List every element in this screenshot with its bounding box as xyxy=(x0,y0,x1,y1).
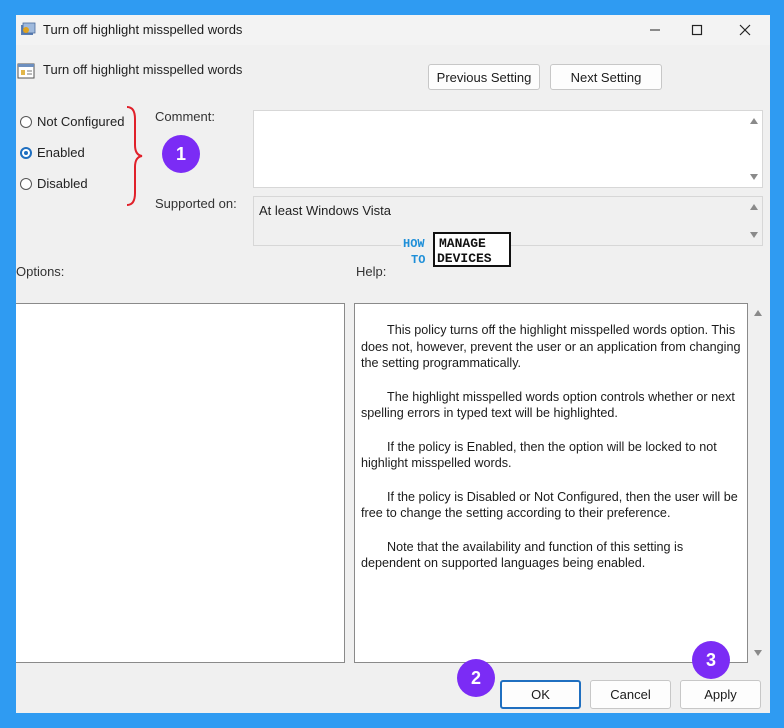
policy-app-icon xyxy=(21,22,36,35)
radio-not-configured[interactable]: Not Configured xyxy=(20,114,124,129)
window-title: Turn off highlight misspelled words xyxy=(43,22,243,37)
howtomanagedevices-logo: HOW TO MANAGE DEVICES xyxy=(401,231,511,269)
radio-enabled[interactable]: Enabled xyxy=(20,145,85,160)
help-paragraph: Note that the availability and function … xyxy=(361,539,684,571)
ok-button[interactable]: OK xyxy=(500,680,581,709)
step-badge-2: 2 xyxy=(457,659,495,697)
options-label: Options: xyxy=(16,264,65,279)
close-icon xyxy=(739,24,751,36)
scroll-down-icon[interactable] xyxy=(754,650,762,656)
help-paragraph: The highlight misspelled words option co… xyxy=(361,389,735,421)
radio-indicator[interactable] xyxy=(20,177,32,190)
logo-text-how: HOW xyxy=(403,237,425,251)
comment-textarea[interactable] xyxy=(253,110,763,188)
comment-label: Comment: xyxy=(155,109,215,124)
step-badge-3: 3 xyxy=(692,641,730,679)
options-panel xyxy=(16,303,345,663)
annotation-brace xyxy=(126,106,143,206)
supported-on-value: At least Windows Vista xyxy=(259,203,391,218)
scroll-up-icon[interactable] xyxy=(754,310,762,316)
supported-scrollbar[interactable] xyxy=(746,197,762,245)
close-button[interactable] xyxy=(722,15,768,45)
help-paragraph: If the policy is Enabled, then the optio… xyxy=(361,439,717,471)
help-paragraph: If the policy is Disabled or Not Configu… xyxy=(361,489,738,521)
previous-setting-button[interactable]: Previous Setting xyxy=(428,64,540,90)
group-policy-dialog: Turn off highlight misspelled words Turn… xyxy=(16,15,770,713)
radio-label: Disabled xyxy=(37,176,88,191)
apply-button[interactable]: Apply xyxy=(680,680,761,709)
minimize-icon xyxy=(650,29,660,31)
logo-text-manage: MANAGE xyxy=(439,236,486,251)
scroll-up-icon[interactable] xyxy=(750,204,758,210)
title-bar[interactable]: Turn off highlight misspelled words xyxy=(16,15,770,45)
scroll-up-icon[interactable] xyxy=(750,118,758,124)
step-badge-1: 1 xyxy=(162,135,200,173)
help-label: Help: xyxy=(356,264,387,279)
supported-on-label: Supported on: xyxy=(155,196,237,211)
policy-setting-icon xyxy=(17,63,35,79)
cancel-button[interactable]: Cancel xyxy=(590,680,671,709)
help-scrollbar[interactable] xyxy=(750,303,766,663)
maximize-button[interactable] xyxy=(674,15,720,45)
radio-indicator[interactable] xyxy=(20,115,32,128)
comment-scrollbar[interactable] xyxy=(746,111,762,187)
logo-text-to: TO xyxy=(411,253,425,267)
radio-label: Not Configured xyxy=(37,114,125,129)
scroll-down-icon[interactable] xyxy=(750,232,758,238)
help-panel: This policy turns off the highlight miss… xyxy=(354,303,748,663)
maximize-icon xyxy=(691,24,703,36)
minimize-button[interactable] xyxy=(632,15,678,45)
radio-label: Enabled xyxy=(37,145,85,160)
radio-indicator-selected[interactable] xyxy=(20,146,32,159)
next-setting-button[interactable]: Next Setting xyxy=(550,64,662,90)
scroll-down-icon[interactable] xyxy=(750,174,758,180)
setting-name: Turn off highlight misspelled words xyxy=(43,62,243,77)
help-paragraph: This policy turns off the highlight miss… xyxy=(361,323,741,370)
radio-disabled[interactable]: Disabled xyxy=(20,176,88,191)
logo-text-devices: DEVICES xyxy=(437,251,492,266)
